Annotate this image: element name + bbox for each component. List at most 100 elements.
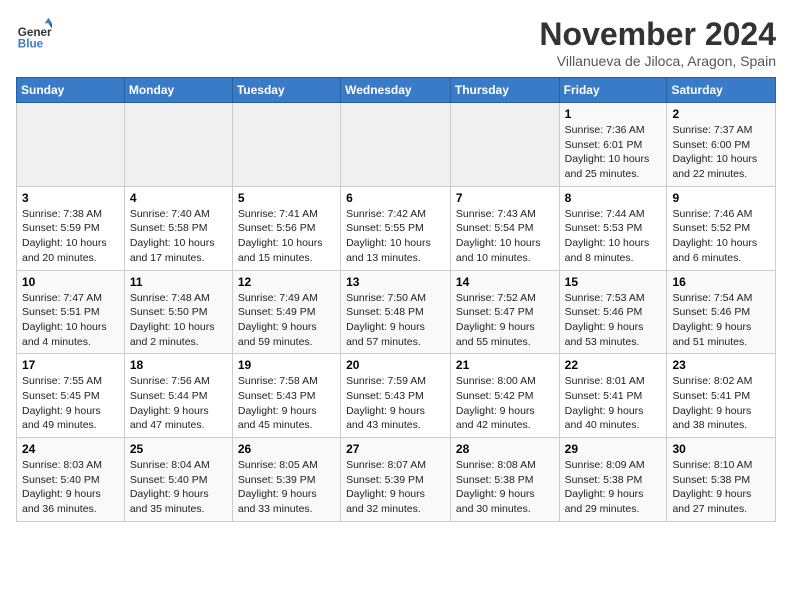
day-info: Sunrise: 7:52 AM Sunset: 5:47 PM Dayligh… xyxy=(456,291,554,350)
day-number: 13 xyxy=(346,275,445,289)
calendar-cell: 22 Sunrise: 8:01 AM Sunset: 5:41 PM Dayli… xyxy=(559,354,667,438)
day-number: 15 xyxy=(565,275,662,289)
calendar-cell: 17Sunrise: 7:55 AM Sunset: 5:45 PM Dayli… xyxy=(17,354,125,438)
day-number: 6 xyxy=(346,191,445,205)
logo: General Blue General Blue xyxy=(16,16,52,52)
calendar-cell: 6 Sunrise: 7:42 AM Sunset: 5:55 PM Daylig… xyxy=(341,186,451,270)
location-title: Villanueva de Jiloca, Aragon, Spain xyxy=(539,53,776,69)
svg-text:Blue: Blue xyxy=(18,38,44,51)
calendar-body: 1 Sunrise: 7:36 AM Sunset: 6:01 PM Daylig… xyxy=(17,103,776,522)
day-number: 20 xyxy=(346,358,445,372)
calendar-cell xyxy=(450,103,559,187)
col-wednesday: Wednesday xyxy=(341,78,451,103)
calendar-header: Sunday Monday Tuesday Wednesday Thursday… xyxy=(17,78,776,103)
col-saturday: Saturday xyxy=(667,78,776,103)
header-row: Sunday Monday Tuesday Wednesday Thursday… xyxy=(17,78,776,103)
day-info: Sunrise: 7:37 AM Sunset: 6:00 PM Dayligh… xyxy=(672,123,770,182)
day-number: 22 xyxy=(565,358,662,372)
calendar-cell: 14 Sunrise: 7:52 AM Sunset: 5:47 PM Dayli… xyxy=(450,270,559,354)
calendar-week-1: 1 Sunrise: 7:36 AM Sunset: 6:01 PM Daylig… xyxy=(17,103,776,187)
calendar-cell: 9Sunrise: 7:46 AM Sunset: 5:52 PM Daylig… xyxy=(667,186,776,270)
day-info: Sunrise: 8:03 AM Sunset: 5:40 PM Dayligh… xyxy=(22,458,119,517)
calendar-cell: 25Sunrise: 8:04 AM Sunset: 5:40 PM Dayli… xyxy=(124,438,232,522)
day-number: 24 xyxy=(22,442,119,456)
calendar-cell: 13Sunrise: 7:50 AM Sunset: 5:48 PM Dayli… xyxy=(341,270,451,354)
day-info: Sunrise: 7:47 AM Sunset: 5:51 PM Dayligh… xyxy=(22,291,119,350)
col-thursday: Thursday xyxy=(450,78,559,103)
logo-icon: General Blue xyxy=(16,16,52,52)
day-info: Sunrise: 8:01 AM Sunset: 5:41 PM Dayligh… xyxy=(565,374,662,433)
calendar-cell: 28 Sunrise: 8:08 AM Sunset: 5:38 PM Dayli… xyxy=(450,438,559,522)
calendar-cell: 11 Sunrise: 7:48 AM Sunset: 5:50 PM Dayli… xyxy=(124,270,232,354)
day-info: Sunrise: 7:59 AM Sunset: 5:43 PM Dayligh… xyxy=(346,374,445,433)
calendar-cell: 5Sunrise: 7:41 AM Sunset: 5:56 PM Daylig… xyxy=(232,186,340,270)
calendar-cell xyxy=(341,103,451,187)
day-number: 11 xyxy=(130,275,227,289)
calendar-cell: 27Sunrise: 8:07 AM Sunset: 5:39 PM Dayli… xyxy=(341,438,451,522)
day-info: Sunrise: 7:48 AM Sunset: 5:50 PM Dayligh… xyxy=(130,291,227,350)
day-number: 4 xyxy=(130,191,227,205)
day-info: Sunrise: 7:38 AM Sunset: 5:59 PM Dayligh… xyxy=(22,207,119,266)
calendar-cell: 29 Sunrise: 8:09 AM Sunset: 5:38 PM Dayli… xyxy=(559,438,667,522)
col-monday: Monday xyxy=(124,78,232,103)
calendar-cell: 10 Sunrise: 7:47 AM Sunset: 5:51 PM Dayli… xyxy=(17,270,125,354)
calendar-cell: 8 Sunrise: 7:44 AM Sunset: 5:53 PM Daylig… xyxy=(559,186,667,270)
day-info: Sunrise: 8:08 AM Sunset: 5:38 PM Dayligh… xyxy=(456,458,554,517)
calendar-cell: 21Sunrise: 8:00 AM Sunset: 5:42 PM Dayli… xyxy=(450,354,559,438)
calendar-cell: 30 Sunrise: 8:10 AM Sunset: 5:38 PM Dayli… xyxy=(667,438,776,522)
calendar-cell: 19 Sunrise: 7:58 AM Sunset: 5:43 PM Dayli… xyxy=(232,354,340,438)
day-info: Sunrise: 8:09 AM Sunset: 5:38 PM Dayligh… xyxy=(565,458,662,517)
day-number: 29 xyxy=(565,442,662,456)
calendar-cell: 20 Sunrise: 7:59 AM Sunset: 5:43 PM Dayli… xyxy=(341,354,451,438)
calendar-cell: 15Sunrise: 7:53 AM Sunset: 5:46 PM Dayli… xyxy=(559,270,667,354)
day-number: 3 xyxy=(22,191,119,205)
day-info: Sunrise: 7:58 AM Sunset: 5:43 PM Dayligh… xyxy=(238,374,335,433)
day-info: Sunrise: 8:02 AM Sunset: 5:41 PM Dayligh… xyxy=(672,374,770,433)
calendar-table: Sunday Monday Tuesday Wednesday Thursday… xyxy=(16,77,776,522)
month-title: November 2024 xyxy=(539,16,776,53)
day-info: Sunrise: 7:55 AM Sunset: 5:45 PM Dayligh… xyxy=(22,374,119,433)
calendar-week-5: 24 Sunrise: 8:03 AM Sunset: 5:40 PM Dayli… xyxy=(17,438,776,522)
calendar-cell xyxy=(17,103,125,187)
day-info: Sunrise: 8:05 AM Sunset: 5:39 PM Dayligh… xyxy=(238,458,335,517)
calendar-cell xyxy=(124,103,232,187)
col-sunday: Sunday xyxy=(17,78,125,103)
day-info: Sunrise: 7:46 AM Sunset: 5:52 PM Dayligh… xyxy=(672,207,770,266)
day-number: 5 xyxy=(238,191,335,205)
calendar-cell: 4 Sunrise: 7:40 AM Sunset: 5:58 PM Daylig… xyxy=(124,186,232,270)
calendar-cell: 3 Sunrise: 7:38 AM Sunset: 5:59 PM Daylig… xyxy=(17,186,125,270)
calendar-cell: 12Sunrise: 7:49 AM Sunset: 5:49 PM Dayli… xyxy=(232,270,340,354)
calendar-cell: 18Sunrise: 7:56 AM Sunset: 5:44 PM Dayli… xyxy=(124,354,232,438)
day-info: Sunrise: 7:44 AM Sunset: 5:53 PM Dayligh… xyxy=(565,207,662,266)
calendar-cell xyxy=(232,103,340,187)
day-number: 7 xyxy=(456,191,554,205)
day-info: Sunrise: 7:42 AM Sunset: 5:55 PM Dayligh… xyxy=(346,207,445,266)
day-number: 30 xyxy=(672,442,770,456)
day-number: 19 xyxy=(238,358,335,372)
title-block: November 2024 Villanueva de Jiloca, Arag… xyxy=(539,16,776,69)
day-number: 23 xyxy=(672,358,770,372)
day-number: 10 xyxy=(22,275,119,289)
day-number: 14 xyxy=(456,275,554,289)
day-info: Sunrise: 8:10 AM Sunset: 5:38 PM Dayligh… xyxy=(672,458,770,517)
day-number: 8 xyxy=(565,191,662,205)
day-number: 27 xyxy=(346,442,445,456)
day-info: Sunrise: 7:54 AM Sunset: 5:46 PM Dayligh… xyxy=(672,291,770,350)
day-number: 2 xyxy=(672,107,770,121)
page-header: General Blue General Blue November 2024 … xyxy=(16,16,776,69)
day-info: Sunrise: 7:40 AM Sunset: 5:58 PM Dayligh… xyxy=(130,207,227,266)
day-number: 1 xyxy=(565,107,662,121)
day-info: Sunrise: 7:36 AM Sunset: 6:01 PM Dayligh… xyxy=(565,123,662,182)
calendar-week-2: 3 Sunrise: 7:38 AM Sunset: 5:59 PM Daylig… xyxy=(17,186,776,270)
day-number: 16 xyxy=(672,275,770,289)
day-number: 28 xyxy=(456,442,554,456)
day-info: Sunrise: 7:43 AM Sunset: 5:54 PM Dayligh… xyxy=(456,207,554,266)
day-info: Sunrise: 8:04 AM Sunset: 5:40 PM Dayligh… xyxy=(130,458,227,517)
day-info: Sunrise: 8:00 AM Sunset: 5:42 PM Dayligh… xyxy=(456,374,554,433)
calendar-cell: 26 Sunrise: 8:05 AM Sunset: 5:39 PM Dayli… xyxy=(232,438,340,522)
day-number: 26 xyxy=(238,442,335,456)
day-number: 12 xyxy=(238,275,335,289)
col-friday: Friday xyxy=(559,78,667,103)
calendar-cell: 23 Sunrise: 8:02 AM Sunset: 5:41 PM Dayli… xyxy=(667,354,776,438)
day-number: 18 xyxy=(130,358,227,372)
